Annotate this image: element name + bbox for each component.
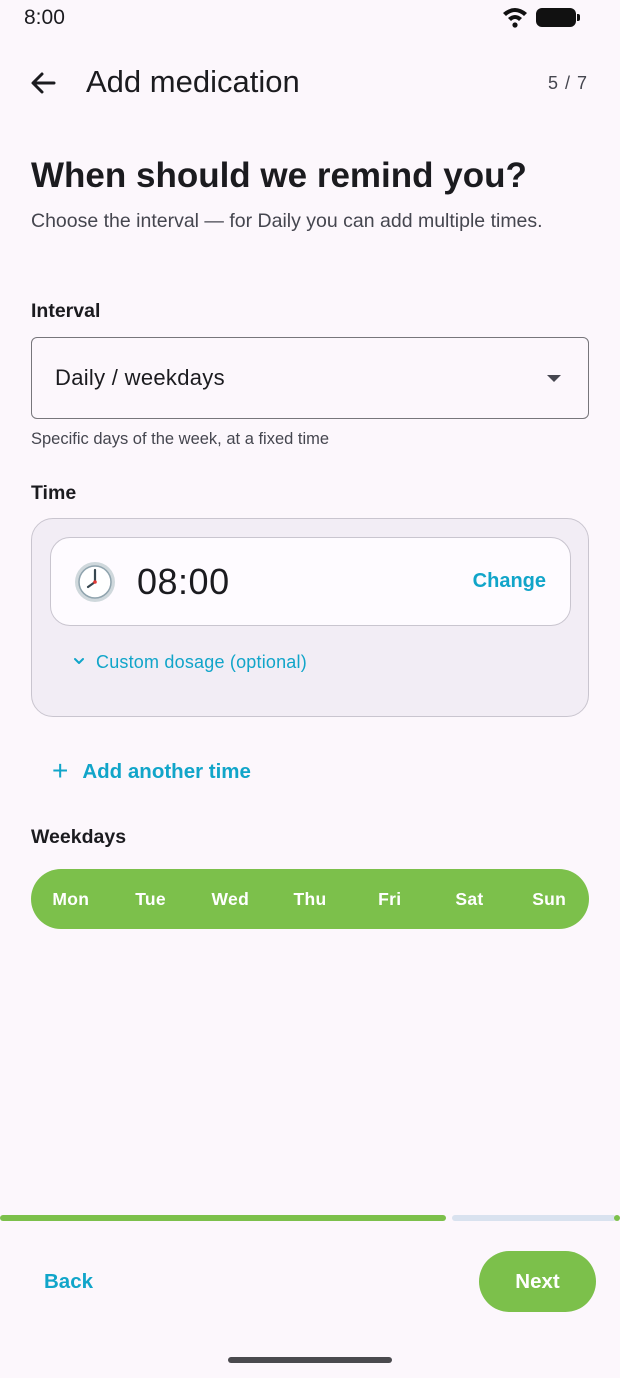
weekdays-label: Weekdays	[31, 826, 127, 848]
day-sun[interactable]: Sun	[509, 889, 589, 910]
interval-helper-text: Specific days of the week, at a fixed ti…	[31, 430, 330, 448]
interval-value: Daily / weekdays	[55, 365, 225, 390]
status-bar: 8:00	[0, 0, 620, 36]
day-sat[interactable]: Sat	[430, 889, 510, 910]
day-mon[interactable]: Mon	[31, 889, 111, 910]
interval-dropdown[interactable]: Daily / weekdays	[31, 337, 589, 419]
add-medication-screen: 8:00 Add medication 5 / 7 When should we…	[0, 0, 620, 1378]
home-indicator[interactable]	[228, 1357, 392, 1363]
chevron-down-icon	[74, 658, 84, 664]
status-time: 8:00	[24, 6, 65, 29]
progress-bar-track	[452, 1215, 616, 1221]
time-entry-card: 08:00 Change	[50, 537, 571, 626]
wifi-icon	[503, 8, 527, 28]
next-button[interactable]: Next	[479, 1251, 596, 1312]
page-subheading: Choose the interval — for Daily you can …	[31, 210, 543, 232]
arrow-back-icon[interactable]	[26, 66, 60, 100]
day-tue[interactable]: Tue	[111, 889, 191, 910]
add-another-time-button[interactable]: + Add another time	[52, 753, 251, 786]
day-thu[interactable]: Thu	[270, 889, 350, 910]
change-time-button[interactable]: Change	[473, 570, 546, 593]
interval-label: Interval	[31, 300, 101, 322]
custom-dosage-label: Custom dosage (optional)	[96, 652, 307, 672]
day-fri[interactable]: Fri	[350, 889, 430, 910]
day-wed[interactable]: Wed	[190, 889, 270, 910]
weekday-selector: Mon Tue Wed Thu Fri Sat Sun	[31, 869, 589, 929]
custom-dosage-toggle[interactable]: Custom dosage (optional)	[74, 652, 307, 673]
time-value: 08:00	[137, 561, 230, 602]
dropdown-arrow-icon	[547, 375, 561, 382]
time-entry-group: 08:00 Change Custom dosage (optional)	[31, 518, 589, 717]
add-another-time-label: Add another time	[82, 760, 251, 783]
page-heading: When should we remind you?	[31, 156, 527, 195]
time-label: Time	[31, 482, 77, 504]
battery-icon	[536, 8, 580, 27]
app-title: Add medication	[86, 64, 300, 99]
progress-end-dot	[614, 1215, 620, 1221]
back-button[interactable]: Back	[44, 1270, 93, 1294]
progress-bar-filled	[0, 1215, 446, 1221]
step-counter: 5 / 7	[547, 73, 588, 93]
plus-icon: +	[52, 755, 69, 786]
clock-icon	[75, 562, 115, 602]
